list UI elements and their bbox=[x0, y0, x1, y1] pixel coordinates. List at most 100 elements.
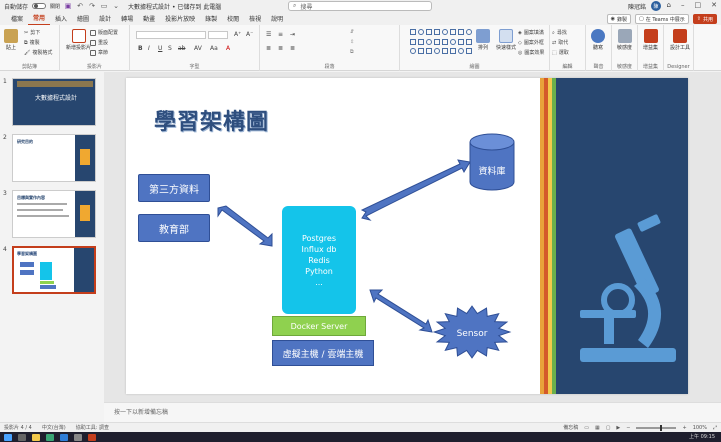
font-name-select[interactable] bbox=[136, 31, 206, 39]
accessibility-status[interactable]: 協助工具: 調查 bbox=[76, 424, 109, 431]
shapes-gallery[interactable] bbox=[410, 29, 472, 57]
browser-icon[interactable] bbox=[46, 433, 54, 441]
ribbon-options-icon[interactable]: ⌂ bbox=[667, 1, 671, 9]
shape-fill-button[interactable]: ◈ 圖案填滿 bbox=[518, 29, 544, 37]
shape-option[interactable] bbox=[434, 48, 440, 55]
shape-option[interactable] bbox=[426, 38, 432, 45]
align-left-icon[interactable]: ≣ bbox=[266, 45, 271, 52]
grow-font-icon[interactable]: A⁺ bbox=[234, 31, 241, 38]
store-icon[interactable] bbox=[74, 433, 82, 441]
language-status[interactable]: 中文(台灣) bbox=[42, 424, 66, 431]
notes-toggle[interactable]: 備忘稿 bbox=[563, 424, 578, 431]
shape-option[interactable] bbox=[450, 38, 456, 45]
thumbnail-slide-3[interactable]: 目標與實作內容 bbox=[12, 190, 96, 238]
align-right-icon[interactable]: ≣ bbox=[290, 45, 295, 52]
thumbnail-slide-1[interactable]: 大數據程式設計 bbox=[12, 78, 96, 126]
section-button[interactable]: 章節 bbox=[90, 49, 108, 56]
reading-view-icon[interactable]: ▢ bbox=[606, 425, 611, 431]
shape-option[interactable] bbox=[458, 38, 464, 45]
thumbnail-slide-2[interactable]: 研究目的 bbox=[12, 134, 96, 182]
tab-7[interactable]: 投影片放映 bbox=[160, 12, 200, 25]
change-case-icon[interactable]: Aa bbox=[210, 45, 218, 52]
thumbnail-slide-4[interactable]: 學習架構圖 bbox=[12, 246, 96, 294]
arrow-server-database[interactable] bbox=[360, 159, 471, 221]
shape-option[interactable] bbox=[418, 38, 424, 45]
avatar[interactable]: 陳 bbox=[651, 1, 661, 11]
search-taskbar-icon[interactable] bbox=[18, 433, 26, 441]
sensitivity-button[interactable]: 敏感度 bbox=[617, 29, 632, 51]
tab-2[interactable]: 插入 bbox=[50, 12, 72, 25]
tab-3[interactable]: 繪圖 bbox=[72, 12, 94, 25]
tab-0[interactable]: 檔案 bbox=[6, 12, 28, 25]
shape-option[interactable] bbox=[442, 48, 448, 55]
customize-icon[interactable]: ⌄ bbox=[112, 2, 120, 10]
tab-9[interactable]: 校閱 bbox=[222, 12, 244, 25]
layout-button[interactable]: 版面配置 bbox=[90, 29, 118, 36]
slide-canvas[interactable]: 學習架構圖 第三方資料 教育部 Postgres Influx db Redis Py… bbox=[126, 78, 688, 394]
record-button[interactable]: ◉ 錄製 bbox=[606, 14, 632, 24]
find-button[interactable]: ⌕ 尋找 bbox=[552, 29, 567, 37]
zoom-out-icon[interactable]: − bbox=[626, 425, 630, 431]
align-text-button[interactable]: ⇳ bbox=[350, 39, 354, 45]
shadow-icon[interactable]: S bbox=[168, 45, 172, 52]
shape-option[interactable] bbox=[426, 48, 432, 55]
indent-icon[interactable]: ⇥ bbox=[290, 31, 295, 38]
cut-button[interactable]: ✂ 剪下 bbox=[24, 29, 40, 37]
undo-icon[interactable]: ↶ bbox=[76, 2, 84, 10]
slideshow-view-icon[interactable]: ▶ bbox=[616, 425, 620, 431]
zoom-in-icon[interactable]: + bbox=[682, 425, 686, 431]
font-size-select[interactable] bbox=[208, 31, 228, 39]
replace-button[interactable]: ⇄ 取代 bbox=[552, 39, 568, 47]
dictate-button[interactable]: 聽寫 bbox=[591, 29, 605, 51]
normal-view-icon[interactable]: ▭ bbox=[584, 425, 589, 431]
share-button[interactable]: ⇪ 共用 bbox=[692, 14, 717, 24]
close-icon[interactable]: ✕ bbox=[711, 1, 717, 9]
search-box[interactable]: ⌕ 搜尋 bbox=[288, 1, 432, 11]
notes-pane[interactable]: 按一下以新增備忘稿 bbox=[104, 402, 721, 422]
reset-button[interactable]: 重設 bbox=[90, 39, 108, 46]
shape-option[interactable] bbox=[418, 29, 424, 35]
shape-outline-button[interactable]: ◇ 圖案外框 bbox=[518, 39, 544, 47]
explorer-icon[interactable] bbox=[32, 433, 40, 441]
powerpoint-taskbar-icon[interactable] bbox=[88, 433, 96, 441]
shape-option[interactable] bbox=[426, 29, 432, 35]
tab-4[interactable]: 設計 bbox=[94, 12, 116, 25]
arrow-server-sensor[interactable] bbox=[369, 289, 433, 333]
shape-option[interactable] bbox=[450, 29, 456, 35]
format-painter-button[interactable]: 🖌 複製格式 bbox=[24, 49, 52, 57]
shape-option[interactable] bbox=[442, 29, 448, 35]
start-icon[interactable] bbox=[4, 433, 12, 441]
zoom-level[interactable]: 100% bbox=[693, 425, 707, 431]
mail-icon[interactable] bbox=[60, 433, 68, 441]
shape-option[interactable] bbox=[466, 29, 472, 35]
text-direction-button[interactable]: ⇵ bbox=[350, 29, 354, 35]
shape-option[interactable] bbox=[466, 48, 472, 55]
shape-option[interactable] bbox=[450, 48, 456, 55]
shape-option[interactable] bbox=[418, 48, 424, 55]
designer-button[interactable]: 設計工具 bbox=[670, 29, 690, 51]
shape-option[interactable] bbox=[442, 38, 448, 45]
paste-button[interactable]: 貼上 bbox=[4, 29, 18, 51]
redo-icon[interactable]: ↷ bbox=[88, 2, 96, 10]
numbering-icon[interactable]: ≡ bbox=[278, 31, 283, 38]
char-spacing-icon[interactable]: AV bbox=[194, 45, 202, 52]
shape-option[interactable] bbox=[466, 38, 472, 45]
save-icon[interactable]: ▣ bbox=[64, 2, 72, 10]
database-cylinder[interactable] bbox=[469, 133, 515, 191]
shape-option[interactable] bbox=[410, 48, 416, 55]
tab-8[interactable]: 錄製 bbox=[200, 12, 222, 25]
tab-1[interactable]: 常用 bbox=[28, 11, 51, 26]
align-center-icon[interactable]: ≣ bbox=[278, 45, 283, 52]
font-color-icon[interactable]: A bbox=[226, 45, 230, 52]
tab-10[interactable]: 檢視 bbox=[244, 12, 266, 25]
select-button[interactable]: ⬚ 選取 bbox=[552, 49, 569, 57]
slideshow-icon[interactable]: ▭ bbox=[100, 2, 108, 10]
italic-icon[interactable]: I bbox=[148, 45, 150, 52]
tab-6[interactable]: 動畫 bbox=[138, 12, 160, 25]
shrink-font-icon[interactable]: A⁻ bbox=[246, 31, 253, 38]
shape-option[interactable] bbox=[458, 29, 464, 35]
shape-option[interactable] bbox=[458, 48, 464, 55]
shape-option[interactable] bbox=[410, 29, 416, 35]
minimize-icon[interactable]: – bbox=[681, 1, 685, 9]
fit-slide-icon[interactable]: ⤢ bbox=[713, 425, 717, 431]
